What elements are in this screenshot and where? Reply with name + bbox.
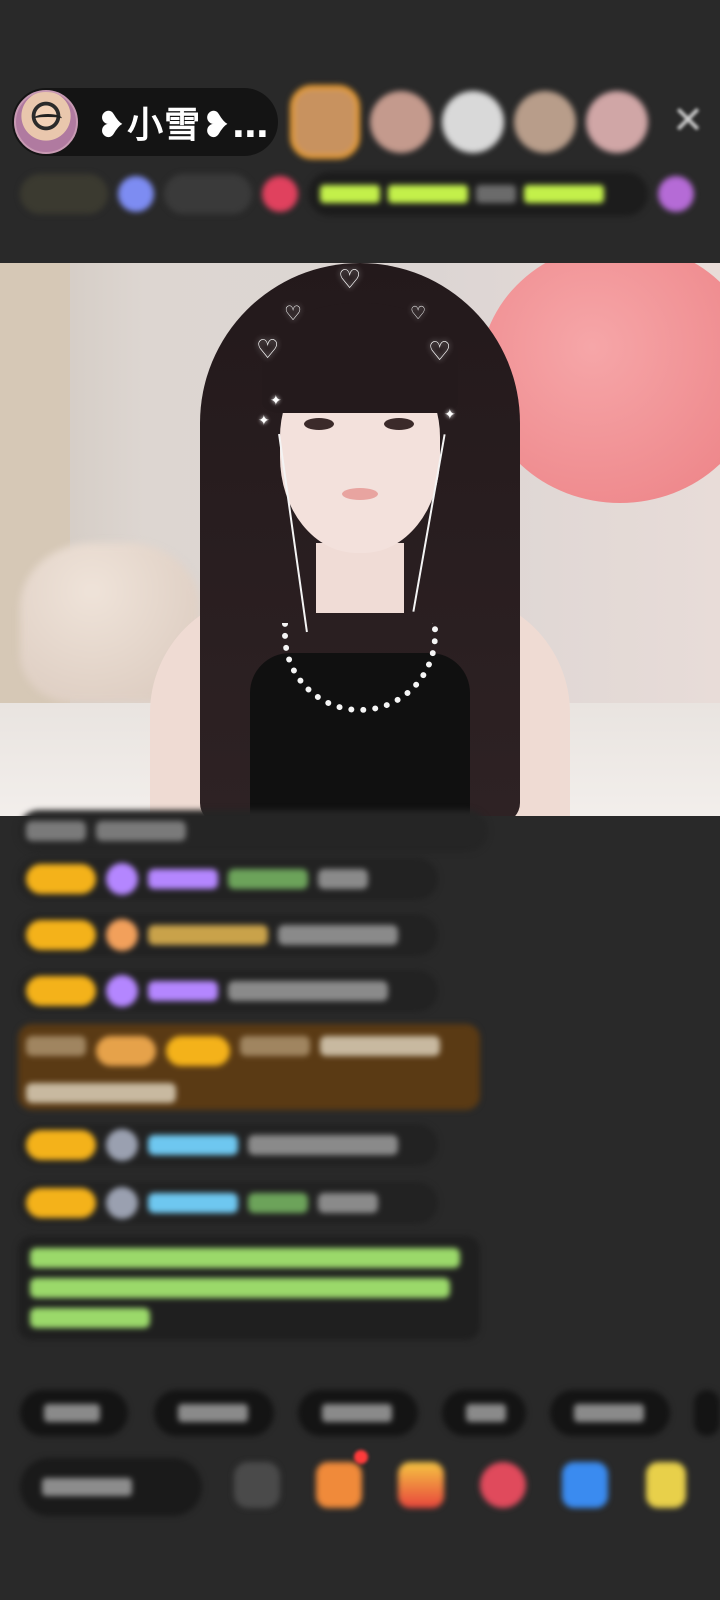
avatar [106,1129,138,1161]
level-badge [96,1036,156,1066]
chat-message[interactable] [18,810,488,852]
game-icon[interactable] [562,1462,608,1508]
heart-icon: ♡ [256,335,280,365]
chat-message[interactable] [18,1182,438,1224]
level-badge [26,1188,96,1218]
chat-message[interactable] [18,1124,438,1166]
system-notice[interactable] [18,1236,480,1340]
rank-chip[interactable] [20,174,108,214]
viewer-avatar[interactable] [370,91,432,153]
gem-icon [106,975,138,1007]
quick-chip[interactable] [154,1390,274,1436]
more-icon[interactable] [658,176,694,212]
chat-message[interactable] [18,970,438,1012]
chat-message-highlight[interactable] [18,1024,480,1110]
viewer-avatar[interactable] [514,91,576,153]
sparkle-icon: ✦ [270,393,282,409]
badge-icon [106,919,138,951]
treasure-icon[interactable] [398,1462,444,1508]
chat-message[interactable] [18,858,438,900]
heart-icon[interactable] [480,1462,526,1508]
activity-banner[interactable] [308,172,648,216]
level-badge [26,1130,96,1160]
level-badge [26,920,96,950]
quick-chip[interactable] [20,1390,128,1436]
viewer-avatar[interactable] [442,91,504,153]
chat-input[interactable] [20,1458,202,1516]
quick-chip[interactable] [550,1390,670,1436]
quick-chip[interactable] [298,1390,418,1436]
fans-chip[interactable] [164,174,252,214]
heart-icon: ♡ [410,303,427,324]
avatar [106,1187,138,1219]
quick-reply-chips [20,1390,720,1438]
level-badge [166,1036,230,1066]
level-badge [26,976,96,1006]
heart-icon: ♡ [428,337,452,367]
gift-box-icon[interactable] [316,1462,362,1508]
quick-chip[interactable] [442,1390,526,1436]
follow-icon[interactable] [262,176,298,212]
sparkle-icon: ✦ [444,407,456,423]
live-video[interactable]: ♡ ♡ ♡ ♡ ♡ ✦ ✦ ✦ [0,263,720,816]
viewer-avatar[interactable] [290,85,360,159]
host-info-pill[interactable]: ❥小雪❥… [12,88,278,156]
emoji-icon[interactable] [234,1462,280,1508]
status-row [20,170,700,218]
sparkle-icon: ✦ [258,413,270,429]
quick-chip[interactable] [694,1390,720,1436]
host-name[interactable]: ❥小雪❥… [96,96,269,148]
heart-icon: ♡ [284,301,302,325]
fans-icon[interactable] [118,176,154,212]
gem-icon [106,863,138,895]
level-badge [26,864,96,894]
chat-message[interactable] [18,914,438,956]
grid-icon[interactable] [646,1462,686,1508]
heart-icon: ♡ [338,265,362,295]
viewer-avatars [290,84,648,160]
notification-dot [354,1450,368,1464]
host-avatar[interactable] [14,90,78,154]
viewer-avatar[interactable] [586,91,648,153]
close-icon[interactable]: ✕ [668,100,708,140]
